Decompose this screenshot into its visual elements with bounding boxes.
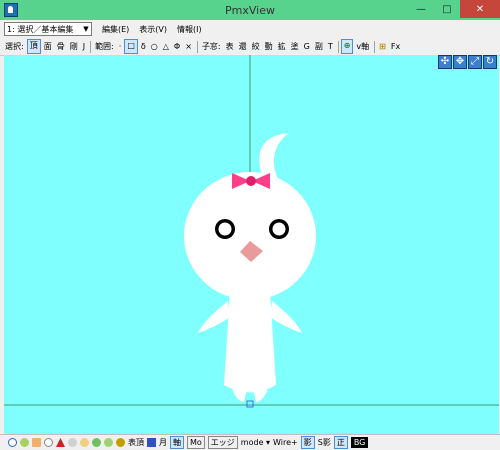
moon-toggle[interactable]: 月 <box>159 437 167 448</box>
rotate-icon[interactable]: ↻ <box>483 55 497 69</box>
statusbar: 表頂 月 軸 Mo エッジ mode ▾ Wire+ 影 S影 正 BG <box>0 434 500 450</box>
model-render <box>4 55 499 408</box>
child-move-button[interactable]: 動 <box>263 40 275 53</box>
axis-toggle[interactable]: 軸 <box>170 436 184 449</box>
toolbar-divider <box>374 40 376 53</box>
child-scale-button[interactable]: 拡 <box>276 40 288 53</box>
select-bone-button[interactable]: 骨 <box>55 40 67 53</box>
child-filter-button[interactable]: 絞 <box>250 40 262 53</box>
range-delta-button[interactable]: δ <box>139 40 148 53</box>
select-rigid-button[interactable]: 剛 <box>68 40 80 53</box>
range-label: 範囲: <box>95 42 114 51</box>
child-t-button[interactable]: T <box>326 40 335 53</box>
texture-icon[interactable] <box>32 438 41 447</box>
child-window-label: 子窓: <box>201 42 221 51</box>
sphere-icon[interactable] <box>44 438 53 447</box>
maximize-button[interactable]: □ <box>434 0 460 18</box>
mode-dropdown[interactable]: mode ▾ <box>241 438 270 447</box>
self-shadow-toggle[interactable]: S影 <box>318 437 331 448</box>
child-restore-button[interactable]: 還 <box>237 40 249 53</box>
select-label: 選択: <box>5 42 24 51</box>
select-joint-button[interactable]: J <box>81 40 87 53</box>
select-face-button[interactable]: 面 <box>42 40 54 53</box>
toolbar-divider <box>196 40 198 53</box>
triangle-icon[interactable] <box>56 438 65 447</box>
head <box>184 172 316 300</box>
toon-icon[interactable] <box>80 438 89 447</box>
shadow-toggle[interactable]: 影 <box>300 436 315 449</box>
child-sub-button[interactable]: 副 <box>313 40 325 53</box>
view-mode-icon[interactable] <box>8 438 17 447</box>
left-arm <box>198 301 230 333</box>
range-point-button[interactable]: · <box>117 40 124 53</box>
mode-select[interactable]: 1: 選択／基本編集 ▼ <box>4 22 92 36</box>
fx-button[interactable]: Fx <box>389 40 402 53</box>
menu-info[interactable]: 情報(I) <box>177 24 202 35</box>
front-view-toggle[interactable]: 正 <box>333 436 348 449</box>
origin-marker <box>246 400 254 408</box>
menu-edit[interactable]: 編集(E) <box>102 24 129 35</box>
child-table-button[interactable]: 表 <box>224 40 236 53</box>
bone-icon[interactable] <box>92 438 101 447</box>
range-triangle-button[interactable]: △ <box>161 40 171 53</box>
grid-icon[interactable]: ⊞ <box>377 40 388 53</box>
wire-toggle[interactable]: Wire+ <box>273 438 298 447</box>
mode-select-value: 1: 選択／基本編集 <box>7 24 74 34</box>
child-paint-button[interactable]: 塗 <box>289 40 301 53</box>
bow-knot <box>246 176 256 186</box>
3d-viewport[interactable]: ✣ ✥ ⤢ ↻ <box>4 55 499 434</box>
pan-icon[interactable]: ✥ <box>453 55 467 69</box>
range-clear-button[interactable]: × <box>183 40 194 53</box>
axis-label[interactable]: v軸 <box>354 40 371 53</box>
range-circle-button[interactable]: ○ <box>149 40 160 53</box>
range-phi-button[interactable]: Φ <box>172 40 182 53</box>
range-box-button[interactable]: □ <box>124 39 138 54</box>
edge-toggle[interactable]: エッジ <box>207 436 238 449</box>
toolbar-divider <box>90 40 92 53</box>
toolbar: 選択: 頂 面 骨 剛 J 範囲: · □ δ ○ △ Φ × 子窓: 表 還 … <box>0 38 500 56</box>
minimize-button[interactable]: — <box>408 0 434 18</box>
menubar: 1: 選択／基本編集 ▼ 編集(E) 表示(V) 情報(I) <box>0 20 500 38</box>
character-model <box>184 133 316 402</box>
titlebar: PmxView — □ ✕ <box>0 0 500 20</box>
right-arm <box>270 301 302 333</box>
model-toggle[interactable]: Mo <box>187 436 205 449</box>
vertex-display-toggle[interactable]: 表頂 <box>128 437 144 448</box>
toolbar-divider <box>337 40 339 53</box>
background-toggle[interactable]: BG <box>350 437 369 448</box>
light-icon[interactable] <box>20 438 29 447</box>
chevron-down-icon: ▼ <box>83 25 89 33</box>
physics-icon[interactable] <box>116 438 125 447</box>
child-g-button[interactable]: G <box>302 40 312 53</box>
close-button[interactable]: ✕ <box>460 0 500 18</box>
select-vertex-button[interactable]: 頂 <box>26 39 41 54</box>
zoom-icon[interactable]: ⤢ <box>468 55 482 69</box>
morph-icon[interactable] <box>104 438 113 447</box>
menu-view[interactable]: 表示(V) <box>139 24 167 35</box>
pmxview-window: PmxView — □ ✕ 1: 選択／基本編集 ▼ 編集(E) 表示(V) 情… <box>0 0 500 450</box>
move-icon[interactable]: ✣ <box>438 55 452 69</box>
color-swatch-icon[interactable] <box>147 438 156 447</box>
material-icon[interactable] <box>68 438 77 447</box>
axis-toggle-icon[interactable]: ⊕ <box>340 39 354 54</box>
